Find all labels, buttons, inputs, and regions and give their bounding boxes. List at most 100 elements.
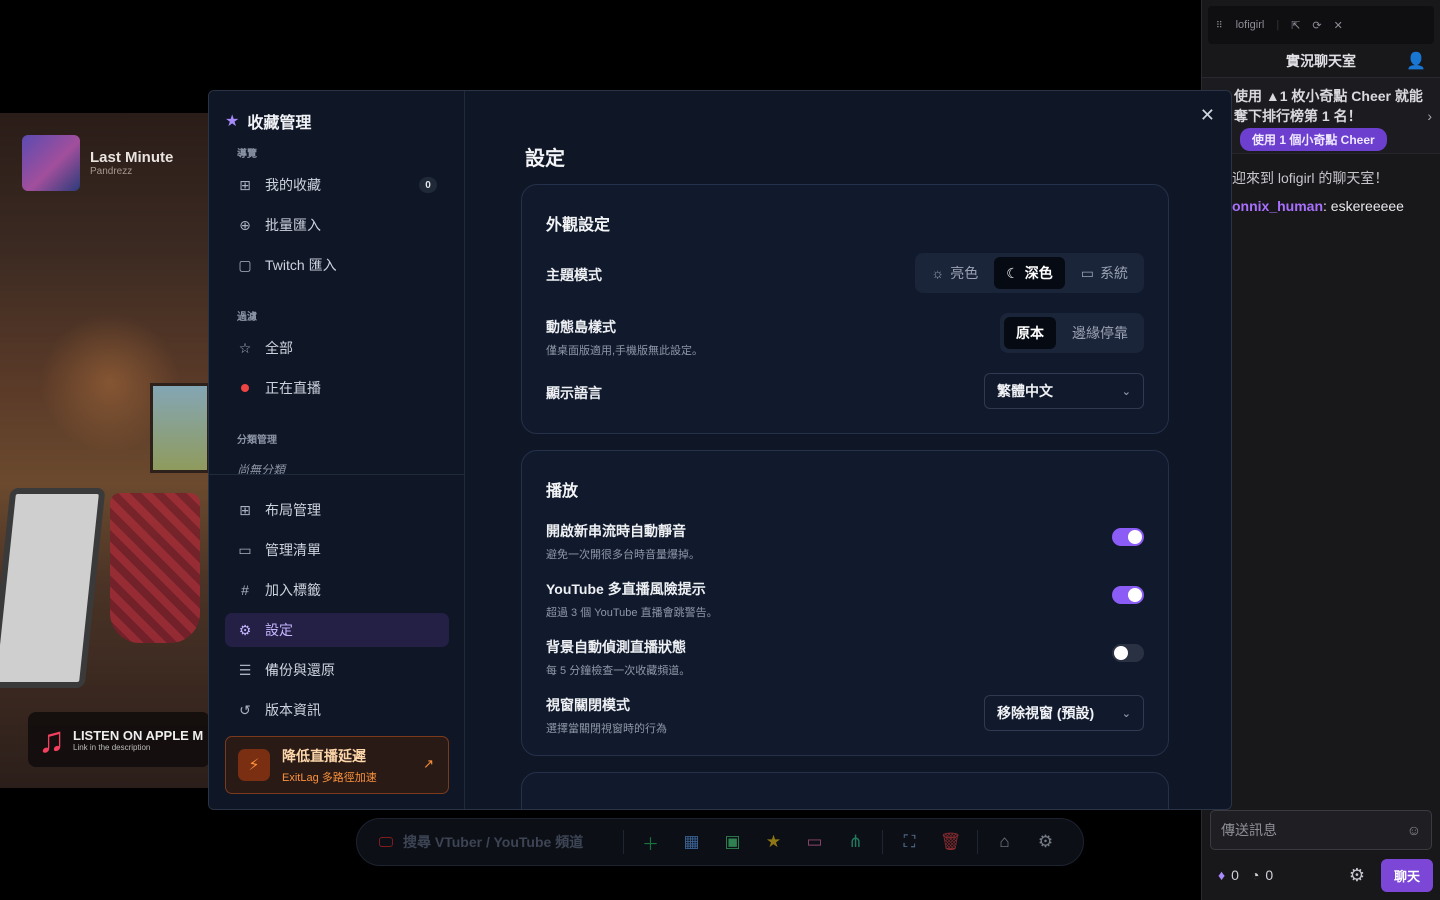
trash-icon[interactable]: 🗑 <box>930 832 971 852</box>
chat-username[interactable]: onnix_human <box>1232 198 1323 214</box>
folder-icon[interactable]: ▭ <box>794 832 835 852</box>
twitch-icon: ▢ <box>238 256 252 273</box>
theme-option-label: 亮色 <box>950 265 979 281</box>
theme-option-label: 深色 <box>1024 265 1053 281</box>
gear-icon[interactable]: ⚙ <box>1349 865 1365 886</box>
emoji-icon[interactable]: ☺ <box>1407 822 1421 838</box>
theme-option-light[interactable]: ☼ 亮色 <box>919 257 990 289</box>
appearance-card: 外觀設定 主題模式 ☼ 亮色 ☾ 深色 ▭ 系統 動態島樣式 僅桌面版適用,手機版無此… <box>521 184 1169 434</box>
toolbar-divider <box>623 830 624 854</box>
video-scene <box>110 493 200 643</box>
no-category-text: 尚無分類 <box>237 463 286 477</box>
chat-window-bar: ⠿ lofigirl | ⇱ ⟳ ✕ <box>1208 6 1434 44</box>
bg-detect-row: 背景自動偵測直播狀態 每 5 分鐘檢查一次收藏頻道。 <box>546 637 1144 677</box>
card-heading: 播放 <box>546 483 579 500</box>
tv-icon[interactable]: ▣ <box>712 832 753 852</box>
popout-icon[interactable]: ⇱ <box>1291 19 1300 32</box>
theme-option-dark[interactable]: ☾ 深色 <box>994 257 1065 289</box>
video-scene <box>0 488 106 688</box>
chat-text: : eskereeeee <box>1323 198 1404 214</box>
hash-icon: # <box>241 582 249 598</box>
grid-icon: ⊞ <box>239 501 251 518</box>
island-option-original[interactable]: 原本 <box>1004 317 1056 349</box>
sidebar-item-manage-list[interactable]: ▭ 管理清單 <box>225 533 449 567</box>
sidebar-item-all[interactable]: ☆ 全部 <box>225 331 449 365</box>
video-scene <box>150 383 210 473</box>
star-icon[interactable]: ★ <box>753 832 794 852</box>
channel-search-input[interactable]: 搜尋 VTuber / YouTube 頻道 <box>369 826 617 858</box>
bits-icon[interactable]: ♦ <box>1218 867 1225 883</box>
sidebar-item-twitch-import[interactable]: ▢ Twitch 匯入 <box>225 248 449 282</box>
automute-toggle[interactable] <box>1112 528 1144 546</box>
chat-title: 實況聊天室 <box>1286 52 1356 69</box>
language-value: 繁體中文 <box>997 383 1053 399</box>
sidebar-item-label: 布局管理 <box>265 502 321 518</box>
refresh-icon[interactable]: ⟳ <box>1312 19 1321 32</box>
chevron-down-icon: ⌄ <box>1121 385 1131 398</box>
toggle-knob <box>1114 646 1128 660</box>
share-icon[interactable]: ⋔ <box>835 832 876 852</box>
close-mode-row: 視窗關閉模式 選擇當關閉視窗時的行為 移除視窗 (預設) ⌄ <box>546 695 1144 735</box>
close-icon[interactable]: ✕ <box>1200 105 1215 126</box>
star-outline-icon: ☆ <box>238 339 252 356</box>
search-placeholder: 搜尋 VTuber / YouTube 頻道 <box>403 834 584 850</box>
apple-music-banner: ♫ LISTEN ON APPLE M Link in the descript… <box>28 712 210 767</box>
sidebar-item-live[interactable]: 正在直播 <box>225 371 449 405</box>
promo-title: 降低直播延遲 <box>282 747 366 764</box>
sidebar-item-add-tag[interactable]: # 加入標籤 <box>225 573 449 607</box>
sidebar-item-label: 我的收藏 <box>265 177 321 193</box>
add-icon[interactable]: ＋ <box>630 830 671 855</box>
theme-option-system[interactable]: ▭ 系統 <box>1069 257 1140 289</box>
modal-sidebar: ★ 收藏管理 導覽 ⊞ 我的收藏 0 ⊕ 批量匯入 ▢ Twitch 匯入 過濾… <box>209 91 465 809</box>
fullscreen-icon[interactable]: ⛶ <box>889 832 930 852</box>
chat-footer: ♦ 0 ◔ 0 ⚙ 聊天 <box>1218 858 1433 892</box>
sidebar-item-label: 全部 <box>265 340 293 356</box>
cheer-banner: 使用 ▲1 枚小奇點 Cheer 就能奪下排行榜第 1 名！ 使用 1 個小奇點… <box>1202 78 1440 154</box>
bg-detect-toggle[interactable] <box>1112 644 1144 662</box>
chevron-right-icon[interactable]: › <box>1427 108 1432 124</box>
sidebar-item-label: 版本資訊 <box>265 702 321 718</box>
channel-points-icon[interactable]: ◔ <box>1251 867 1259 883</box>
sidebar-item-backup[interactable]: ☰ 備份與還原 <box>225 653 449 687</box>
setting-label: 背景自動偵測直播狀態 <box>546 639 686 655</box>
channel-points-count: 0 <box>1265 867 1274 883</box>
music-note-icon: ♫ <box>38 718 65 760</box>
island-option-edge[interactable]: 邊緣停靠 <box>1060 317 1140 349</box>
home-icon[interactable]: ⌂ <box>984 832 1025 852</box>
setting-description: 每 5 分鐘檢查一次收藏頻道。 <box>546 665 691 677</box>
sidebar-item-my-favorites[interactable]: ⊞ 我的收藏 0 <box>225 168 449 202</box>
lightning-icon: ⚡ <box>238 749 270 781</box>
setting-description: 避免一次開很多台時音量爆掉。 <box>546 549 700 561</box>
island-option-label: 邊緣停靠 <box>1072 325 1128 341</box>
sidebar-item-layout[interactable]: ⊞ 布局管理 <box>225 493 449 527</box>
cheer-button[interactable]: 使用 1 個小奇點 Cheer <box>1240 128 1387 151</box>
external-arrow-icon: ↗ <box>423 756 434 771</box>
gear-icon[interactable]: ⚙ <box>1025 832 1066 852</box>
drag-handle-icon[interactable]: ⠿ <box>1216 20 1224 31</box>
star-icon: ★ <box>225 113 240 130</box>
language-select[interactable]: 繁體中文 ⌄ <box>984 373 1144 409</box>
chat-send-button[interactable]: 聊天 <box>1380 858 1433 892</box>
sidebar-title: 收藏管理 <box>247 115 312 132</box>
cheer-text: 使用 ▲1 枚小奇點 Cheer 就能奪下排行榜第 1 名！ <box>1234 88 1423 124</box>
chat-header: 實況聊天室 👤 <box>1202 44 1440 78</box>
sidebar-item-settings[interactable]: ⚙ 設定 <box>225 613 449 647</box>
exitlag-promo[interactable]: ⚡ 降低直播延遲 ExitLag 多路徑加速 ↗ <box>225 736 449 794</box>
close-icon[interactable]: ✕ <box>1334 19 1343 32</box>
stream-video[interactable] <box>0 113 210 788</box>
sun-icon: ☼ <box>931 265 945 281</box>
automute-row: 開啟新串流時自動靜音 避免一次開很多台時音量爆掉。 <box>546 521 1144 561</box>
sidebar-item-version[interactable]: ↺ 版本資訊 <box>225 693 449 727</box>
layout-icon[interactable]: ▦ <box>671 832 712 852</box>
sidebar-item-bulk-import[interactable]: ⊕ 批量匯入 <box>225 208 449 242</box>
setting-description: 超過 3 個 YouTube 直播會跳警告。 <box>546 607 718 619</box>
chat-input[interactable]: 傳送訊息 ☺ <box>1210 810 1432 850</box>
users-icon[interactable]: 👤 <box>1406 51 1426 71</box>
setting-label: YouTube 多直播風險提示 <box>546 581 706 597</box>
settings-panel: 設定 ✕ 外觀設定 主題模式 ☼ 亮色 ☾ 深色 ▭ 系統 動態島樣式 僅桌面版適用,… <box>465 91 1231 809</box>
sidebar-item-label: 正在直播 <box>265 380 321 396</box>
close-mode-select[interactable]: 移除視窗 (預設) ⌄ <box>984 695 1144 731</box>
yt-warning-toggle[interactable] <box>1112 586 1144 604</box>
promo-subtitle: ExitLag 多路徑加速 <box>282 771 377 784</box>
now-playing: Last Minute Pandrezz <box>22 135 173 191</box>
